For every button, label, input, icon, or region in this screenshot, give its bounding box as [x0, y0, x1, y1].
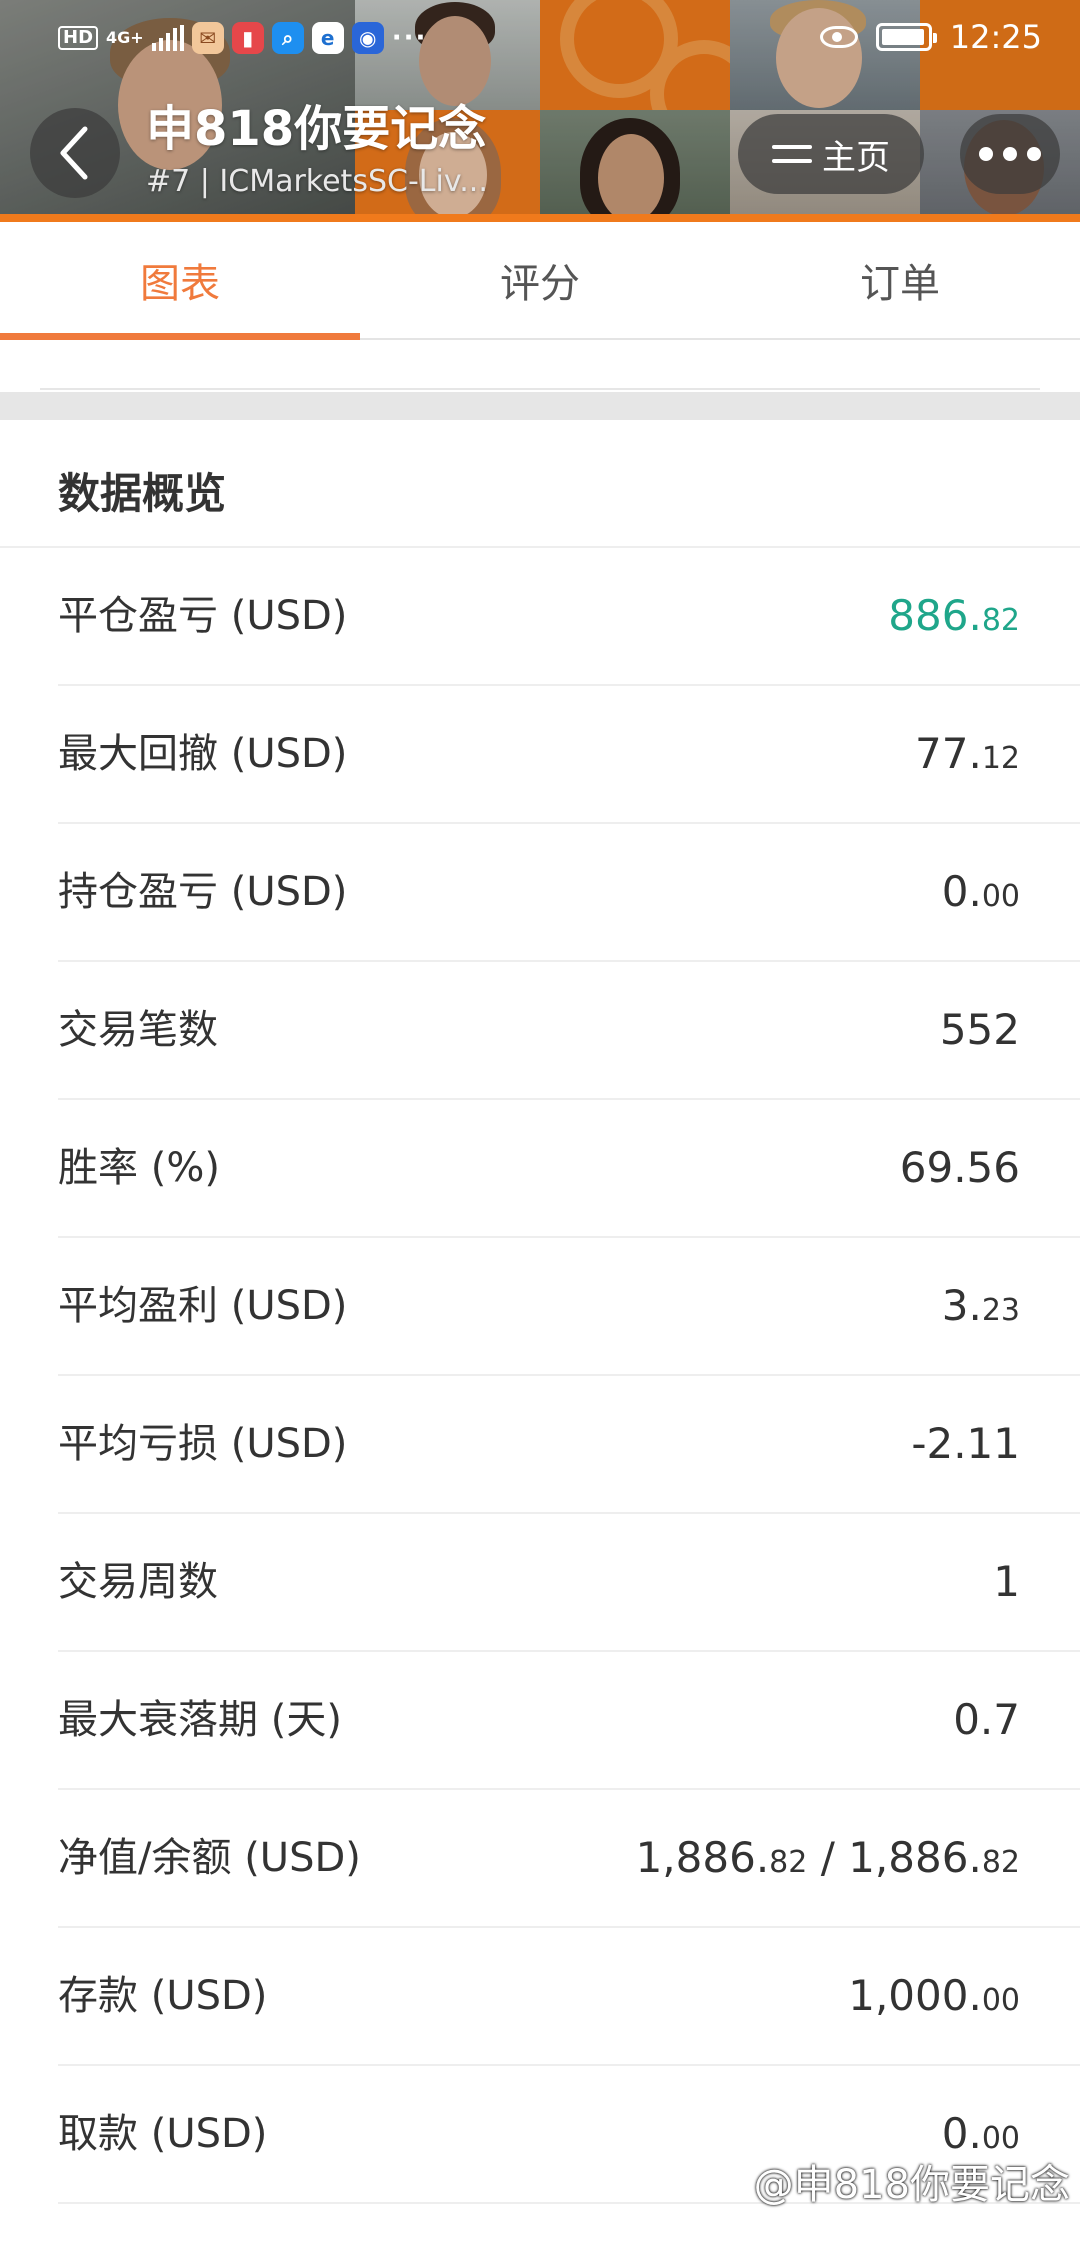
stats-list: 平仓盈亏 (USD) 886.82 最大回撤 (USD) 77.12 持仓盈亏 (USD… — [0, 548, 1080, 2204]
stat-value-main: 886. — [888, 591, 982, 640]
stat-value-small: 82 — [981, 603, 1020, 638]
signal-icon — [151, 25, 184, 51]
stat-value-main: 0.7 — [953, 1695, 1020, 1744]
browser-app-icon: e — [311, 22, 344, 54]
stat-value: 1 — [993, 1514, 1020, 1650]
stat-value: 886.82 — [888, 548, 1020, 684]
stat-value-main: 69.56 — [899, 1143, 1020, 1192]
section-title: 数据概览 — [58, 469, 227, 518]
stat-label: 持仓盈亏 (USD) — [58, 869, 348, 915]
stat-row-open-pnl: 持仓盈亏 (USD) 0.00 — [58, 824, 1080, 962]
tab-orders[interactable]: 订单 — [720, 222, 1080, 338]
stat-row-trade-count: 交易笔数 552 — [58, 962, 1080, 1100]
stat-value: 1,000.00 — [848, 1928, 1020, 2064]
swap-icon — [772, 139, 812, 169]
stat-row-avg-profit: 平均盈利 (USD) 3.23 — [58, 1238, 1080, 1376]
bulb-app-icon: ◉ — [351, 22, 384, 54]
stat-value: 3.23 — [942, 1238, 1020, 1374]
stat-label: 净值/余额 (USD) — [58, 1835, 361, 1881]
status-bar: HD 4G+ ✉ ▮ ⌕ e ◉ ··· 12:25 — [0, 0, 1080, 80]
stat-row-equity-balance: 净值/余额 (USD) 1,886.82 / 1,886.82 — [58, 1790, 1080, 1928]
stat-value-small: 00 — [981, 1983, 1020, 2018]
stat-value-main: 1,886. — [635, 1833, 770, 1882]
stat-value-main: 0. — [941, 2109, 982, 2158]
account-subtitle: #7 | ICMarketsSC-Liv... — [146, 164, 488, 199]
stat-label: 取款 (USD) — [58, 2111, 268, 2157]
stat-value: 0.00 — [942, 824, 1020, 960]
stat-label: 平仓盈亏 (USD) — [58, 593, 348, 639]
stat-label: 交易笔数 — [58, 1007, 218, 1053]
home-button-label: 主页 — [822, 137, 890, 178]
stat-value-main2: / 1,886. — [807, 1833, 982, 1882]
more-options-button[interactable] — [960, 114, 1060, 194]
clock: 12:25 — [949, 18, 1042, 56]
stat-row-closed-pnl: 平仓盈亏 (USD) 886.82 — [58, 548, 1080, 686]
dot-icon — [1027, 147, 1041, 161]
stat-value-small2: 82 — [981, 1845, 1020, 1880]
divider — [40, 388, 1040, 390]
stat-value: 1,886.82 / 1,886.82 — [636, 1790, 1020, 1926]
stat-label: 交易周数 — [58, 1559, 218, 1605]
status-left: HD 4G+ ✉ ▮ ⌕ e ◉ ··· — [58, 22, 427, 54]
tab-rating[interactable]: 评分 — [360, 222, 720, 338]
page-title: 申818你要记念 — [146, 101, 487, 157]
title-block: 申818你要记念 #7 | ICMarketsSC-Liv... — [146, 100, 488, 202]
app-icon-1: ✉ — [191, 22, 224, 54]
eye-icon — [819, 26, 858, 48]
search-app-icon: ⌕ — [271, 22, 304, 54]
stat-value: 77.12 — [915, 686, 1020, 822]
stat-value: 0.7 — [953, 1652, 1020, 1788]
stat-value: 552 — [940, 962, 1020, 1098]
stat-value-main: 1,000. — [848, 1971, 982, 2020]
stat-value-main: 1 — [993, 1557, 1020, 1606]
profile-header: HD 4G+ ✉ ▮ ⌕ e ◉ ··· 12:25 申818你要记念 #7 |… — [0, 0, 1080, 222]
header-accent-strip — [0, 214, 1080, 222]
stat-value: 69.56 — [900, 1100, 1020, 1236]
stat-row-trading-weeks: 交易周数 1 — [58, 1514, 1080, 1652]
dot-icon — [1003, 147, 1017, 161]
stat-label: 存款 (USD) — [58, 1973, 268, 2019]
stat-value-small: 00 — [981, 879, 1020, 914]
stat-value-small: 82 — [769, 1845, 808, 1880]
more-notifications-icon: ··· — [391, 23, 428, 53]
tab-chart[interactable]: 图表 — [0, 222, 360, 340]
stat-label: 最大衰落期 (天) — [58, 1697, 342, 1743]
stat-row-avg-loss: 平均亏损 (USD) -2.11 — [58, 1376, 1080, 1514]
back-button[interactable] — [30, 108, 120, 198]
status-right: 12:25 — [819, 18, 1042, 56]
stat-row-win-rate: 胜率 (%) 69.56 — [58, 1100, 1080, 1238]
stat-value-main: -2.11 — [911, 1419, 1020, 1468]
stat-label: 最大回撤 (USD) — [58, 731, 348, 777]
network-type: 4G+ — [106, 28, 144, 47]
stat-value: -2.11 — [911, 1376, 1020, 1512]
stat-row-max-drawdown-period: 最大衰落期 (天) 0.7 — [58, 1652, 1080, 1790]
chevron-left-icon — [60, 126, 88, 180]
stat-value-main: 3. — [941, 1281, 982, 1330]
stat-value-main: 552 — [939, 1005, 1020, 1054]
stat-value-small: 12 — [981, 741, 1020, 776]
stat-row-max-drawdown: 最大回撤 (USD) 77.12 — [58, 686, 1080, 824]
watermark: @申818你要记念 — [753, 2162, 1070, 2208]
stat-value-main: 0. — [941, 867, 982, 916]
hd-badge: HD — [58, 26, 99, 50]
dot-icon — [979, 147, 993, 161]
tab-bar: 图表 评分 订单 — [0, 222, 1080, 340]
stat-value-small: 00 — [981, 2121, 1020, 2156]
stat-row-deposits: 存款 (USD) 1,000.00 — [58, 1928, 1080, 2066]
home-button[interactable]: 主页 — [738, 114, 924, 194]
section-gap — [0, 392, 1080, 420]
stat-value-small: 23 — [981, 1293, 1020, 1328]
app-icon-2: ▮ — [231, 22, 264, 54]
battery-icon — [875, 23, 937, 51]
stat-label: 平均盈利 (USD) — [58, 1283, 348, 1329]
stat-label: 胜率 (%) — [58, 1145, 220, 1191]
section-header: 数据概览 — [0, 420, 1080, 548]
stat-value-main: 77. — [915, 729, 982, 778]
stat-label: 平均亏损 (USD) — [58, 1421, 348, 1467]
